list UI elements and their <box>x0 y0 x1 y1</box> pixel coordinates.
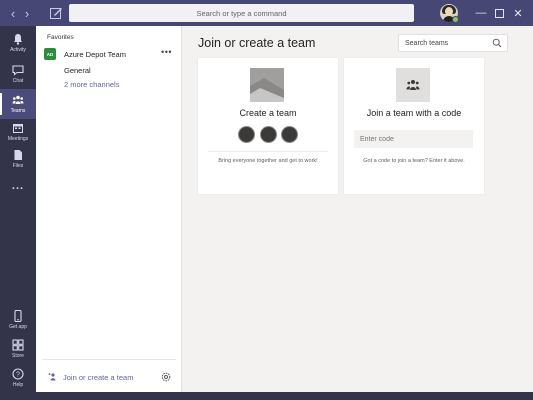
window-bottom-border <box>0 392 533 400</box>
add-team-icon <box>48 373 56 381</box>
team-image-placeholder-icon <box>250 68 284 102</box>
join-team-card: Join a team with a code Got a code to jo… <box>344 58 484 194</box>
channel-general[interactable]: General <box>64 66 91 75</box>
team-avatar: AD <box>44 48 56 60</box>
join-team-title: Join a team with a code <box>366 108 462 118</box>
more-channels-link[interactable]: 2 more channels <box>64 80 119 89</box>
chat-icon <box>12 65 24 76</box>
phone-icon <box>14 310 22 322</box>
presence-status-icon <box>452 16 459 23</box>
svg-text:?: ? <box>16 372 20 379</box>
member-avatars <box>238 126 298 144</box>
page-title: Join or create a team <box>198 36 316 50</box>
create-team-title: Create a team <box>239 108 297 118</box>
search-icon[interactable] <box>492 38 502 48</box>
gear-icon[interactable] <box>160 371 172 383</box>
store-icon <box>12 339 24 351</box>
member-avatar-icon <box>281 126 298 143</box>
teams-icon <box>12 95 24 104</box>
rail-item-meetings[interactable]: Meetings <box>0 117 36 147</box>
search-teams-placeholder: Search teams <box>405 39 449 47</box>
rail-item-store[interactable]: Store <box>0 334 36 364</box>
app-rail: Activity Chat Teams Meetings Files ... G… <box>0 26 36 392</box>
member-avatar-icon <box>259 126 277 143</box>
join-team-icon <box>396 68 430 102</box>
enter-code-input[interactable] <box>354 130 473 148</box>
rail-item-get-app[interactable]: Get app <box>0 305 36 335</box>
member-avatar-icon <box>238 126 255 143</box>
team-row-azure-depot[interactable]: AD Azure Depot Team ••• <box>44 46 178 62</box>
rail-item-help[interactable]: ? Help <box>0 363 36 393</box>
command-search-bar[interactable]: Search or type a command <box>69 4 414 22</box>
bell-icon <box>14 34 22 45</box>
teams-list-pane: Favorites AD Azure Depot Team ••• Genera… <box>36 26 182 392</box>
create-team-card[interactable]: Create a team Bring everyone together an… <box>198 58 338 194</box>
forward-arrow-icon[interactable]: › <box>20 3 34 23</box>
more-icon: ... <box>11 180 25 192</box>
help-icon: ? <box>12 368 24 380</box>
compose-icon[interactable] <box>48 5 64 21</box>
join-or-create-team-link[interactable]: Join or create a team <box>48 371 133 383</box>
file-icon <box>14 150 22 160</box>
team-name: Azure Depot Team <box>64 49 126 59</box>
create-team-description: Bring everyone together and get to work! <box>218 158 318 164</box>
rail-item-activity[interactable]: Activity <box>0 28 36 58</box>
calendar-icon <box>13 124 23 133</box>
divider <box>42 359 176 360</box>
rail-item-teams[interactable]: Teams <box>0 89 36 119</box>
close-icon[interactable]: ✕ <box>509 4 527 22</box>
rail-item-chat[interactable]: Chat <box>0 59 36 89</box>
join-team-description: Got a code to join a team? Enter it abov… <box>363 158 465 164</box>
search-teams-input[interactable]: Search teams <box>398 34 508 52</box>
main-content: Join or create a team Search teams Creat… <box>182 26 533 392</box>
favorites-label: Favorites <box>47 34 74 41</box>
card-divider <box>208 151 328 152</box>
rail-item-more[interactable]: ... <box>0 171 36 201</box>
minimize-icon[interactable]: — <box>472 4 490 22</box>
join-or-create-team-label: Join or create a team <box>63 372 134 382</box>
maximize-icon[interactable] <box>490 4 508 22</box>
title-bar: ‹ › Search or type a command — ✕ <box>0 0 533 26</box>
more-options-icon[interactable]: ••• <box>161 47 172 57</box>
back-arrow-icon[interactable]: ‹ <box>6 3 20 23</box>
command-search-placeholder: Search or type a command <box>196 8 287 18</box>
rail-item-files[interactable]: Files <box>0 144 36 174</box>
